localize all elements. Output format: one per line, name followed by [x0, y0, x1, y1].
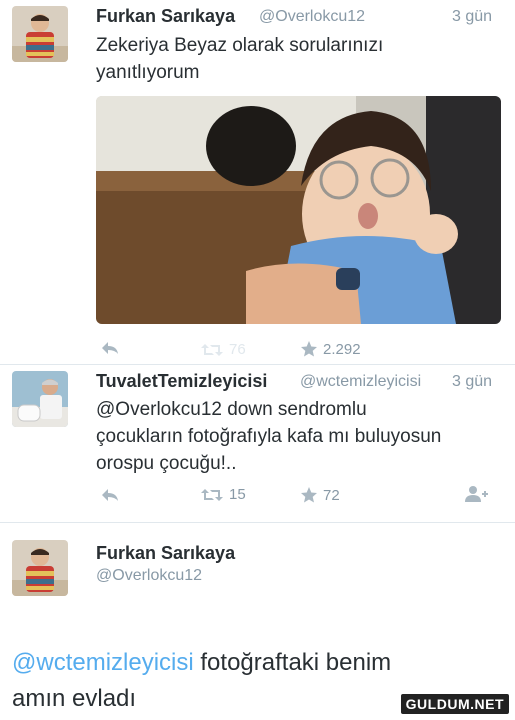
tweet-photo[interactable]: [96, 96, 501, 324]
tweet-text-line: Zekeriya Beyaz olarak sorularınızı: [96, 35, 384, 56]
like-star-icon: [301, 487, 317, 503]
like-button[interactable]: 2.292: [300, 340, 361, 358]
author-handle[interactable]: @wctemizleyicisi: [300, 373, 421, 391]
follow-button[interactable]: [464, 485, 488, 503]
timestamp[interactable]: 3 gün: [452, 8, 492, 26]
tweet-text-line: orospu çocuğu!..: [96, 453, 237, 474]
tweet-text: Zekeriya Beyaz olarak sorularınızı yanıt…: [96, 32, 383, 86]
author-name[interactable]: Furkan Sarıkaya: [96, 543, 235, 564]
author-handle[interactable]: @Overlokcu12: [96, 567, 202, 585]
reply-button[interactable]: [100, 340, 120, 356]
tweet-text-line: @Overlokcu12 down sendromlu: [96, 399, 367, 420]
tweet-text: @wctemizleyicisi fotoğraftaki benim amın…: [12, 645, 391, 717]
avatar[interactable]: [12, 540, 68, 596]
tweet-text-line: @wctemizleyicisi fotoğraftaki benim: [12, 645, 391, 681]
divider: [0, 364, 515, 365]
reply-button[interactable]: [100, 487, 120, 503]
timestamp[interactable]: 3 gün: [452, 373, 492, 391]
retweet-icon: [201, 488, 223, 501]
tweet-text-line: yanıtlıyorum: [96, 62, 200, 83]
reply-icon: [102, 342, 118, 354]
avatar[interactable]: [12, 371, 68, 427]
retweet-icon: [201, 343, 223, 356]
retweet-count: 15: [229, 486, 246, 503]
author-name[interactable]: TuvaletTemizleyicisi: [96, 371, 267, 392]
author-handle[interactable]: @Overlokcu12: [259, 8, 365, 26]
reply-icon: [102, 489, 118, 501]
like-count: 72: [323, 486, 340, 504]
like-button[interactable]: 72: [300, 486, 340, 504]
like-star-icon: [301, 341, 317, 357]
mention-link[interactable]: @wctemizleyicisi: [12, 649, 194, 676]
tweet-text-line: amın evladı: [12, 685, 137, 712]
like-count: 2.292: [323, 340, 361, 358]
retweet-button[interactable]: 76: [200, 341, 246, 358]
tweet-text-line: çocukların fotoğrafıyla kafa mı buluyosu…: [96, 426, 442, 447]
avatar[interactable]: [12, 6, 68, 62]
site-watermark: GULDUM.NET: [400, 694, 509, 714]
tweet-text-part: fotoğraftaki benim: [193, 649, 392, 676]
retweet-count: 76: [229, 341, 246, 358]
tweet-text: @Overlokcu12 down sendromlu çocukların f…: [96, 396, 441, 477]
follow-user-icon: [465, 486, 488, 502]
retweet-button[interactable]: 15: [200, 486, 246, 503]
author-name[interactable]: Furkan Sarıkaya: [96, 6, 235, 27]
divider: [0, 522, 515, 523]
